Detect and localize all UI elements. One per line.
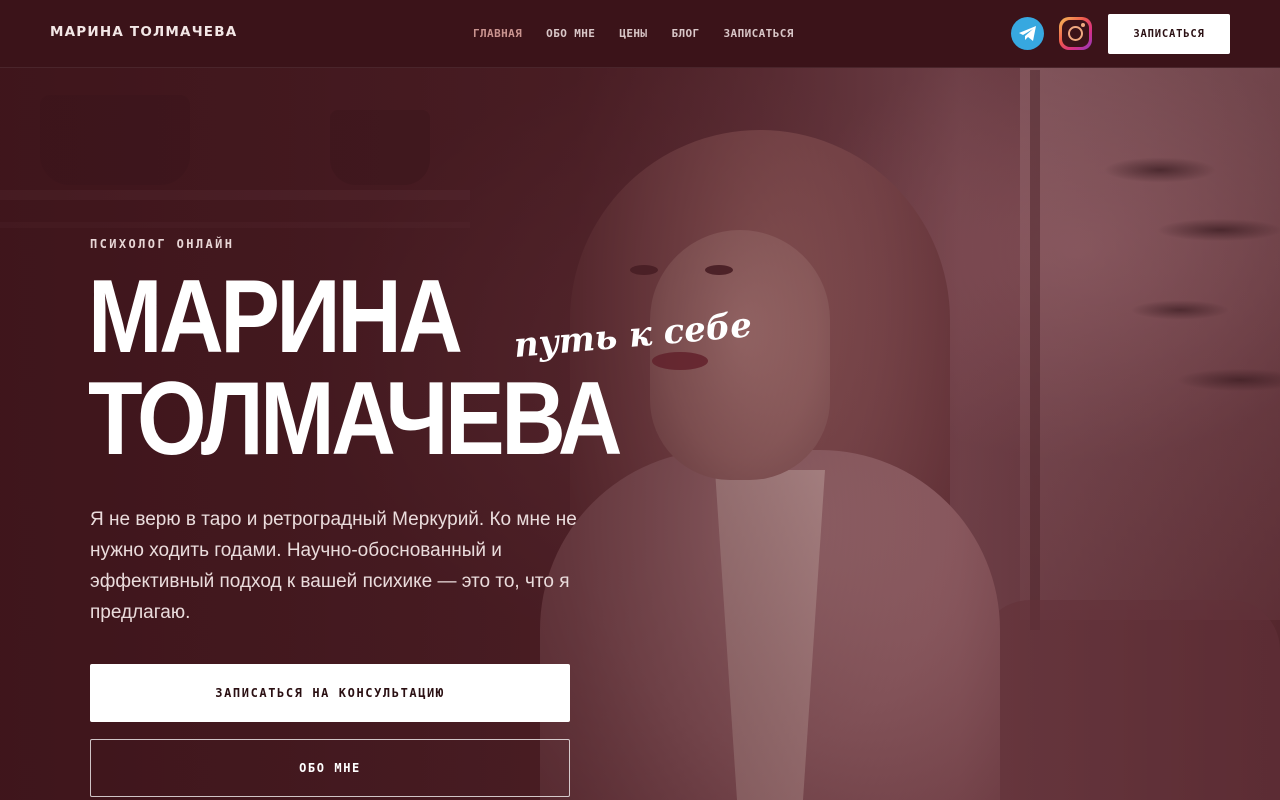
instagram-icon-lens: [1068, 26, 1083, 41]
hero-title: МАРИНА ТОЛМАЧЕВА: [88, 265, 623, 477]
about-me-button[interactable]: ОБО МНЕ: [90, 739, 570, 797]
nav-item-booking[interactable]: ЗАПИСАТЬСЯ: [724, 27, 794, 40]
hero-eyebrow: ПСИХОЛОГ ОНЛАЙН: [90, 237, 235, 251]
instagram-icon-dot: [1081, 23, 1085, 27]
hero-title-line-2: ТОЛМАЧЕВА: [88, 361, 623, 477]
nav-item-prices[interactable]: ЦЕНЫ: [619, 27, 647, 40]
hero-section: ПСИХОЛОГ ОНЛАЙН МАРИНА ТОЛМАЧЕВА путь к …: [0, 68, 1280, 800]
brand-logo[interactable]: МАРИНА ТОЛМАЧЕВА: [50, 24, 237, 40]
telegram-icon[interactable]: [1011, 17, 1044, 50]
hero-description: Я не верю в таро и ретроградный Меркурий…: [90, 509, 577, 623]
instagram-icon[interactable]: [1059, 17, 1092, 50]
main-nav: ГЛАВНАЯ ОБО МНЕ ЦЕНЫ БЛОГ ЗАПИСАТЬСЯ: [473, 27, 794, 40]
nav-item-about[interactable]: ОБО МНЕ: [546, 27, 595, 40]
nav-item-blog[interactable]: БЛОГ: [671, 27, 699, 40]
nav-item-home[interactable]: ГЛАВНАЯ: [473, 27, 522, 40]
page: МАРИНА ТОЛМАЧЕВА ГЛАВНАЯ ОБО МНЕ ЦЕНЫ БЛ…: [0, 0, 1280, 800]
site-header: МАРИНА ТОЛМАЧЕВА ГЛАВНАЯ ОБО МНЕ ЦЕНЫ БЛ…: [0, 0, 1280, 68]
book-consultation-button[interactable]: ЗАПИСАТЬСЯ НА КОНСУЛЬТАЦИЮ: [90, 664, 570, 722]
header-book-button[interactable]: ЗАПИСАТЬСЯ: [1108, 14, 1230, 54]
